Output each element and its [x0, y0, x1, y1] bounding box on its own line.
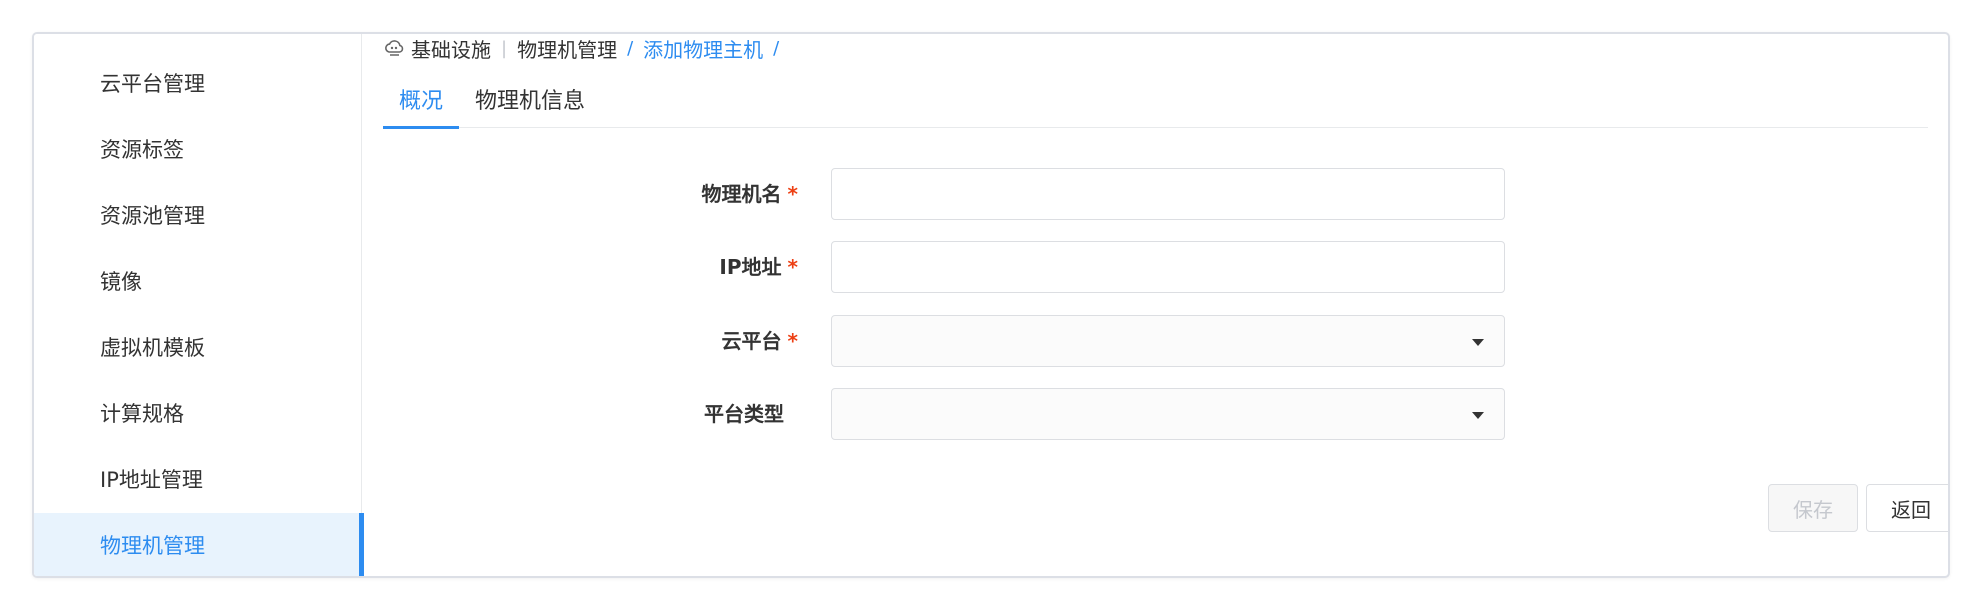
form-row-platform-type: 平台类型 [363, 388, 1505, 440]
breadcrumb-separator: / [627, 37, 634, 59]
tab-physical-machine-info[interactable]: 物理机信息 [459, 82, 601, 128]
save-button[interactable]: 保存 [1768, 484, 1858, 532]
required-mark: * [787, 255, 798, 279]
chevron-down-icon [1472, 339, 1484, 346]
cloud-icon [383, 37, 405, 59]
required-mark: * [787, 182, 798, 206]
tab-overview[interactable]: 概况 [383, 82, 460, 129]
cloud-platform-select[interactable] [831, 315, 1505, 367]
sidebar-item-images[interactable]: 镜像 [34, 249, 362, 313]
machine-name-input[interactable] [831, 168, 1505, 220]
required-mark: * [787, 329, 798, 353]
sidebar-item-ip-management[interactable]: IP地址管理 [34, 447, 362, 511]
field-label-platform-type: 平台类型 [704, 402, 784, 426]
breadcrumb-separator: | [501, 37, 508, 59]
breadcrumb-item-add-physical-host[interactable]: 添加物理主机 [643, 34, 763, 63]
breadcrumb-item-physical-machines[interactable]: 物理机管理 [517, 34, 617, 63]
field-label-machine-name: 物理机名 * [701, 182, 798, 206]
field-label-cloud-platform: 云平台 * [721, 329, 798, 353]
field-label-ip-address: IP地址 * [719, 255, 798, 279]
sidebar-item-cloud-platform[interactable]: 云平台管理 [34, 51, 362, 115]
chevron-down-icon [1472, 412, 1484, 419]
sidebar-item-resource-pool[interactable]: 资源池管理 [34, 183, 362, 247]
form-row-ip-address: IP地址 * [363, 241, 1505, 293]
back-button[interactable]: 返回 [1866, 484, 1948, 532]
sidebar-item-physical-machines[interactable]: 物理机管理 [34, 513, 364, 576]
sidebar-item-compute-specs[interactable]: 计算规格 [34, 381, 362, 445]
form-row-cloud-platform: 云平台 * [363, 315, 1505, 367]
breadcrumb-separator: / [773, 37, 780, 59]
sidebar-item-vm-templates[interactable]: 虚拟机模板 [34, 315, 362, 379]
app-frame: 云平台管理 资源标签 资源池管理 镜像 虚拟机模板 计算规格 IP地址管理 物理… [32, 32, 1950, 578]
ip-address-input[interactable] [831, 241, 1505, 293]
tab-bar: 概况 物理机信息 [383, 82, 1928, 129]
breadcrumb-item-infrastructure[interactable]: 基础设施 [411, 34, 491, 63]
platform-type-select[interactable] [831, 388, 1505, 440]
main-content: 基础设施 | 物理机管理 / 添加物理主机 / 概况 物理机信息 物理机名 * I… [363, 34, 1948, 576]
form-row-machine-name: 物理机名 * [363, 168, 1505, 220]
breadcrumb: 基础设施 | 物理机管理 / 添加物理主机 / [383, 34, 789, 62]
sidebar: 云平台管理 资源标签 资源池管理 镜像 虚拟机模板 计算规格 IP地址管理 物理… [34, 34, 364, 576]
sidebar-item-resource-tags[interactable]: 资源标签 [34, 117, 362, 181]
